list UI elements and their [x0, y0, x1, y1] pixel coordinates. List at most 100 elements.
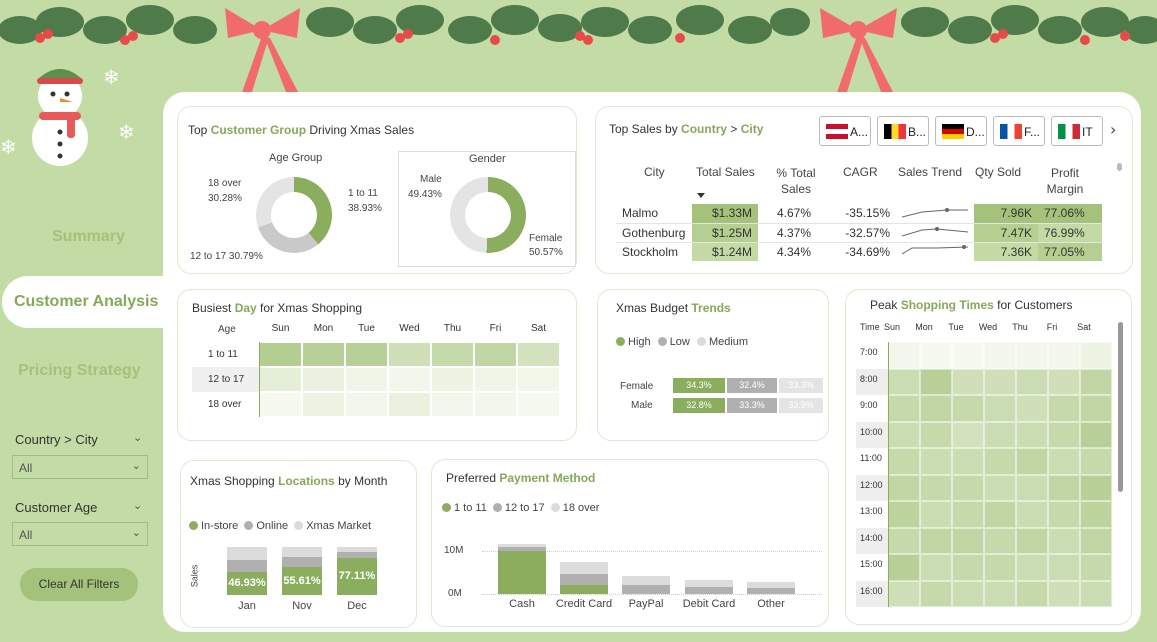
heatmap-cell	[1048, 395, 1080, 422]
scrollbar-thumb[interactable]	[1118, 322, 1123, 492]
cagr-cell: -34.69%	[845, 244, 890, 259]
heatmap-cell	[920, 448, 952, 475]
heatmap-cell	[920, 580, 952, 607]
heatmap-cell	[1016, 342, 1048, 369]
x-label-other: Other	[757, 598, 785, 610]
gender-label-male: Male	[420, 174, 442, 185]
chevron-right-icon[interactable]: ›	[1110, 120, 1116, 139]
x-label-dec: Dec	[347, 600, 367, 612]
chevron-down-icon[interactable]: ⌄	[133, 431, 142, 444]
legend-dot-xmas-market	[294, 521, 304, 530]
qty-cell: 7.47K	[974, 223, 1038, 242]
heatmap-cell	[1080, 448, 1112, 475]
day-header: Tue	[948, 322, 964, 332]
flag-button-austria[interactable]: A...	[819, 116, 871, 146]
sparkline	[901, 245, 969, 255]
sort-down-icon[interactable]	[697, 193, 705, 198]
time-row-label: 12:00	[856, 474, 888, 501]
flag-button-france[interactable]: F...	[993, 116, 1045, 146]
nav-customer-analysis[interactable]: Customer Analysis	[2, 276, 165, 328]
heatmap-cell	[984, 342, 1016, 369]
bar-segment-18-over	[622, 576, 670, 585]
nav-summary[interactable]: Summary	[52, 228, 125, 246]
sparkline-cell	[896, 204, 974, 223]
x-label-nov: Nov	[292, 600, 312, 612]
country-city-select[interactable]: All ⌄	[12, 455, 148, 479]
austria-flag-icon	[826, 124, 848, 139]
flag-button-belgium[interactable]: B...	[877, 116, 929, 146]
nav-customer-analysis-label: Customer Analysis	[14, 293, 159, 310]
age-value-18-over: 30.28%	[208, 193, 242, 204]
heatmap-cell	[984, 421, 1016, 448]
margin-cell: 77.05%	[1038, 242, 1102, 261]
customer-age-select[interactable]: All ⌄	[12, 522, 148, 546]
heatmap-cell	[888, 580, 920, 607]
heatmap-cell	[1080, 421, 1112, 448]
legend-dot-high	[616, 337, 625, 346]
heatmap-cell	[920, 342, 952, 369]
legend-dot-18-over	[550, 503, 560, 512]
belgium-flag-icon	[884, 124, 906, 139]
bar-credit-card	[560, 562, 608, 594]
total-sales-cell: $1.25M	[692, 223, 758, 242]
legend-dot-1-to-11	[442, 503, 451, 512]
bar-cash	[498, 544, 546, 594]
budget-bar-male-medium: 33.9%	[779, 398, 823, 413]
nav-pricing-strategy[interactable]: Pricing Strategy	[18, 362, 141, 380]
locations-title: Xmas Shopping Locations by Month	[190, 474, 388, 488]
bar-segment-18-over	[560, 562, 608, 574]
budget-trends-card: Xmas Budget Trends High Low Medium Femal…	[597, 289, 829, 441]
cagr-cell: -35.15%	[845, 206, 890, 221]
x-label-cash: Cash	[509, 598, 535, 610]
heatmap-cell	[1080, 342, 1112, 369]
heatmap-cell	[984, 501, 1016, 528]
scrollbar-thumb[interactable]	[1117, 163, 1122, 171]
heatmap-cell	[952, 474, 984, 501]
heatmap-cell	[888, 554, 920, 581]
x-label-debit-card: Debit Card	[682, 598, 736, 610]
flag-label: A...	[850, 125, 869, 139]
customer-group-title: Top Customer Group Driving Xmas Sales	[188, 123, 415, 137]
flag-label: F...	[1024, 125, 1041, 139]
locations-card: Xmas Shopping Locations by Month In-stor…	[180, 460, 417, 628]
heatmap-cell	[1048, 501, 1080, 528]
heatmap-cell	[952, 554, 984, 581]
col-header-total-sales[interactable]: Total Sales	[696, 165, 755, 179]
heatmap-cell	[388, 392, 431, 417]
bar-segment-18-over	[685, 580, 733, 587]
bar-debit-card	[685, 580, 733, 594]
bar-segment-xmas-market	[227, 547, 267, 560]
heatmap-cell	[920, 474, 952, 501]
heatmap-cell	[984, 368, 1016, 395]
bar-jan: 46.93%	[227, 547, 267, 595]
clear-all-filters-button[interactable]: Clear All Filters	[20, 568, 138, 601]
heatmap-cell	[1080, 368, 1112, 395]
col-header-pct-total-sales: % Total Sales	[776, 166, 816, 196]
heatmap-cell	[302, 367, 345, 392]
x-label-jan: Jan	[238, 600, 256, 612]
heatmap-cell	[1016, 395, 1048, 422]
chevron-down-icon[interactable]: ⌄	[133, 499, 142, 512]
peak-times-card: Peak Shopping Times for Customers Time Su…	[845, 289, 1132, 625]
age-label-12-to-17: 12 to 17 30.79%	[190, 251, 263, 262]
legend-dot-12-to-17	[492, 503, 502, 512]
legend-1-to-11: 1 to 11	[454, 502, 487, 514]
table-row[interactable]: Malmo $1.33M 4.67% -35.15% 7.96K 77.06%	[616, 204, 1102, 223]
busiest-day-heatmap: Sun Mon Tue Wed Thu Fri Sat 1 to 11 12 to 17 18 o…	[192, 320, 560, 420]
heatmap-cell	[431, 392, 474, 417]
day-header: Fri	[489, 323, 502, 334]
day-header: Wed	[399, 323, 420, 334]
time-row-label: 15:00	[860, 559, 883, 569]
flag-button-italy[interactable]: IT	[1051, 116, 1103, 146]
heatmap-cell	[1016, 580, 1048, 607]
time-row-label: 10:00	[856, 421, 888, 448]
flag-label: IT	[1082, 125, 1093, 139]
time-row-label: 16:00	[856, 580, 888, 607]
flag-button-germany[interactable]: D...	[935, 116, 987, 146]
table-row[interactable]: Gothenburg $1.25M 4.37% -32.57% 7.47K 76…	[616, 223, 1102, 242]
heatmap-cell	[345, 342, 388, 367]
table-row[interactable]: Stockholm $1.24M 4.34% -34.69% 7.36K 77.…	[616, 242, 1102, 261]
peak-times-heatmap: Time Sun Mon Tue Wed Thu Fri Sat 7:00 8:00 9:00 10:…	[856, 318, 1114, 618]
age-value-1-to-11: 38.93%	[348, 203, 382, 214]
country-city-filter-label: Country > City	[15, 432, 98, 447]
